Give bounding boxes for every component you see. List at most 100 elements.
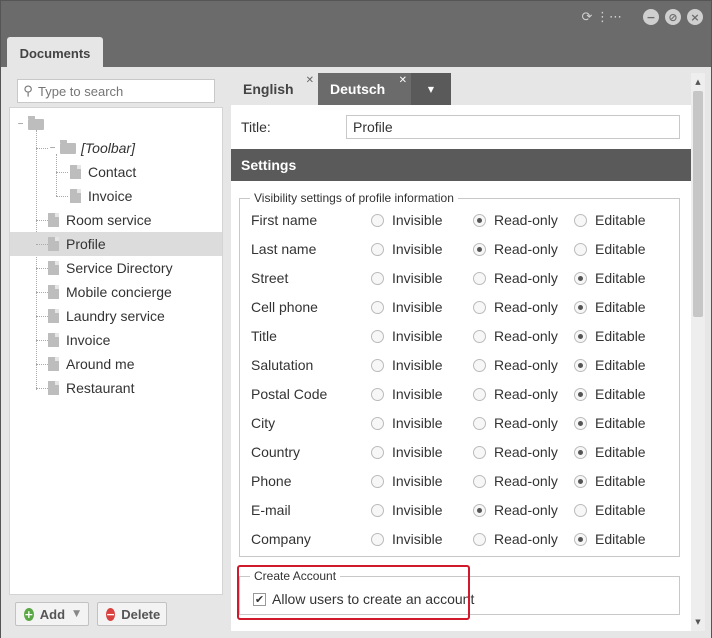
visibility-option-read-only[interactable]: Read-only: [473, 357, 558, 373]
radio-button[interactable]: [574, 300, 587, 314]
visibility-option-read-only[interactable]: Read-only: [473, 241, 558, 257]
visibility-option-invisible[interactable]: Invisible: [371, 328, 443, 344]
radio-button[interactable]: [574, 503, 587, 517]
radio-button[interactable]: [574, 358, 587, 372]
radio-button[interactable]: [371, 474, 384, 488]
visibility-option-read-only[interactable]: Read-only: [473, 473, 558, 489]
visibility-option-read-only[interactable]: Read-only: [473, 386, 558, 402]
radio-button[interactable]: [574, 474, 587, 488]
visibility-option-editable[interactable]: Editable: [574, 473, 646, 489]
refresh-icon[interactable]: ⟳: [579, 9, 595, 25]
radio-button[interactable]: [371, 532, 384, 546]
radio-button[interactable]: [371, 213, 384, 227]
tab-deutsch[interactable]: Deutsch ✕: [318, 73, 411, 105]
tree-item[interactable]: Contact: [10, 160, 222, 184]
search-box[interactable]: ⚲: [17, 79, 215, 103]
radio-button[interactable]: [574, 213, 587, 227]
visibility-option-invisible[interactable]: Invisible: [371, 241, 443, 257]
visibility-option-invisible[interactable]: Invisible: [371, 212, 443, 228]
visibility-option-invisible[interactable]: Invisible: [371, 444, 443, 460]
cancel-icon[interactable]: ⊘: [665, 9, 681, 25]
close-icon[interactable]: ✕: [306, 75, 314, 86]
tree-item[interactable]: Mobile concierge: [10, 280, 222, 304]
radio-button[interactable]: [473, 474, 486, 488]
visibility-option-invisible[interactable]: Invisible: [371, 299, 443, 315]
radio-button[interactable]: [574, 329, 587, 343]
minimize-icon[interactable]: −: [643, 9, 659, 25]
visibility-option-read-only[interactable]: Read-only: [473, 531, 558, 547]
visibility-option-editable[interactable]: Editable: [574, 299, 646, 315]
tree-item[interactable]: Invoice: [10, 184, 222, 208]
visibility-option-read-only[interactable]: Read-only: [473, 299, 558, 315]
tab-documents[interactable]: Documents: [7, 37, 103, 69]
visibility-option-editable[interactable]: Editable: [574, 531, 646, 547]
visibility-option-read-only[interactable]: Read-only: [473, 444, 558, 460]
radio-button[interactable]: [473, 358, 486, 372]
radio-button[interactable]: [371, 503, 384, 517]
visibility-option-read-only[interactable]: Read-only: [473, 212, 558, 228]
tree-item[interactable]: Laundry service: [10, 304, 222, 328]
radio-button[interactable]: [574, 387, 587, 401]
radio-button[interactable]: [574, 416, 587, 430]
close-icon[interactable]: ×: [687, 9, 703, 25]
visibility-option-read-only[interactable]: Read-only: [473, 415, 558, 431]
radio-button[interactable]: [371, 271, 384, 285]
radio-button[interactable]: [473, 416, 486, 430]
visibility-option-editable[interactable]: Editable: [574, 415, 646, 431]
tree-root[interactable]: −: [10, 112, 222, 136]
visibility-option-invisible[interactable]: Invisible: [371, 502, 443, 518]
radio-button[interactable]: [473, 387, 486, 401]
visibility-option-invisible[interactable]: Invisible: [371, 270, 443, 286]
visibility-option-editable[interactable]: Editable: [574, 328, 646, 344]
tree-item[interactable]: Profile: [10, 232, 222, 256]
radio-button[interactable]: [371, 329, 384, 343]
radio-button[interactable]: [371, 445, 384, 459]
visibility-option-invisible[interactable]: Invisible: [371, 415, 443, 431]
radio-button[interactable]: [574, 532, 587, 546]
visibility-option-editable[interactable]: Editable: [574, 357, 646, 373]
vertical-scrollbar[interactable]: ▲ ▼: [691, 73, 705, 631]
radio-button[interactable]: [473, 329, 486, 343]
radio-button[interactable]: [473, 242, 486, 256]
tree-item[interactable]: Around me: [10, 352, 222, 376]
visibility-option-read-only[interactable]: Read-only: [473, 270, 558, 286]
radio-button[interactable]: [473, 445, 486, 459]
radio-button[interactable]: [574, 242, 587, 256]
close-icon[interactable]: ✕: [399, 75, 407, 86]
radio-button[interactable]: [473, 300, 486, 314]
collapse-toggle-icon[interactable]: −: [48, 143, 57, 154]
radio-button[interactable]: [473, 532, 486, 546]
radio-button[interactable]: [574, 271, 587, 285]
sitemap-icon[interactable]: ⋮⋯: [596, 9, 622, 25]
tree-item[interactable]: Service Directory: [10, 256, 222, 280]
scroll-up-icon[interactable]: ▲: [691, 75, 705, 89]
radio-button[interactable]: [371, 416, 384, 430]
tree-item[interactable]: Restaurant: [10, 376, 222, 400]
tree-item[interactable]: Room service: [10, 208, 222, 232]
tree-item[interactable]: − [Toolbar]: [10, 136, 222, 160]
title-input[interactable]: [346, 115, 680, 139]
tab-menu-button[interactable]: ▼: [411, 73, 451, 105]
radio-button[interactable]: [574, 445, 587, 459]
add-button[interactable]: + Add ▼: [15, 602, 89, 626]
scroll-down-icon[interactable]: ▼: [691, 615, 705, 629]
visibility-option-read-only[interactable]: Read-only: [473, 328, 558, 344]
visibility-option-editable[interactable]: Editable: [574, 502, 646, 518]
collapse-toggle-icon[interactable]: −: [16, 119, 25, 130]
visibility-option-invisible[interactable]: Invisible: [371, 473, 443, 489]
radio-button[interactable]: [371, 300, 384, 314]
visibility-option-editable[interactable]: Editable: [574, 241, 646, 257]
visibility-option-read-only[interactable]: Read-only: [473, 502, 558, 518]
delete-button[interactable]: − Delete: [97, 602, 167, 626]
visibility-option-editable[interactable]: Editable: [574, 386, 646, 402]
visibility-option-editable[interactable]: Editable: [574, 270, 646, 286]
radio-button[interactable]: [473, 271, 486, 285]
radio-button[interactable]: [371, 358, 384, 372]
visibility-option-invisible[interactable]: Invisible: [371, 386, 443, 402]
radio-button[interactable]: [371, 387, 384, 401]
tab-english[interactable]: English ✕: [231, 73, 318, 105]
search-input[interactable]: [38, 83, 208, 99]
radio-button[interactable]: [473, 213, 486, 227]
scroll-thumb[interactable]: [693, 91, 703, 317]
visibility-option-editable[interactable]: Editable: [574, 444, 646, 460]
